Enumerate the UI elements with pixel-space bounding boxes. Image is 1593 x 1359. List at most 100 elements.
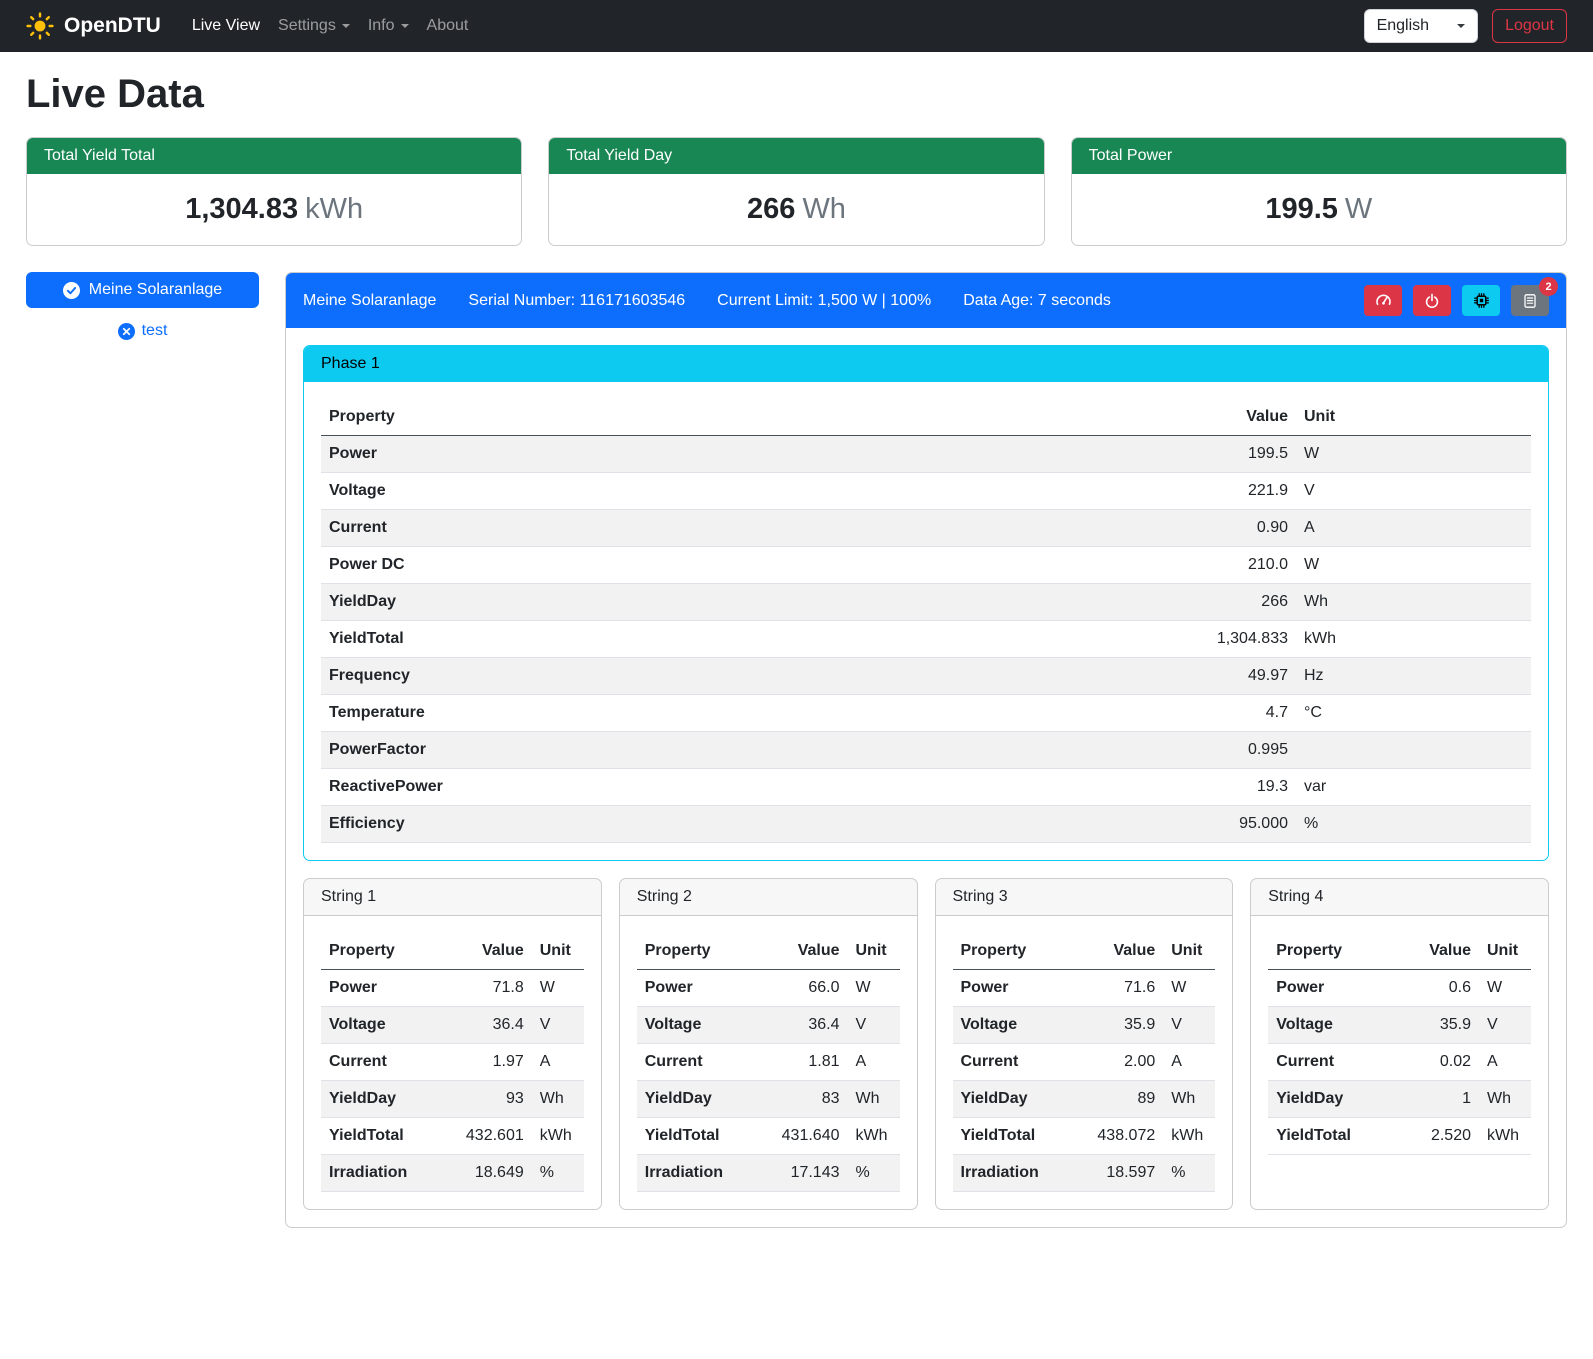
row-unit: kWh [532,1118,584,1155]
table-row: Power66.0W [637,970,900,1007]
inverter-panel: Meine Solaranlage Serial Number: 1161716… [285,272,1567,1228]
row-property: PowerFactor [321,732,1166,769]
row-property: Voltage [953,1007,1071,1044]
row-property: Current [953,1044,1071,1081]
summary-unit: Wh [802,193,846,225]
row-value: 36.4 [439,1007,532,1044]
row-value: 210.0 [1166,547,1296,584]
summary-unit: W [1345,193,1372,225]
table-row: Irradiation18.597% [953,1155,1216,1192]
row-property: Voltage [321,1007,439,1044]
nav-item-about[interactable]: About [418,9,478,43]
table-row: Voltage35.9V [953,1007,1216,1044]
table-row: Power71.6W [953,970,1216,1007]
row-unit: W [1163,970,1215,1007]
table-row: Temperature4.7°C [321,695,1531,732]
summary-value: 199.5 [1265,193,1338,225]
row-unit: V [1163,1007,1215,1044]
table-row: Current0.90A [321,510,1531,547]
row-value: 49.97 [1166,658,1296,695]
string-card-2: String 2 Property Value Unit [619,878,918,1210]
brand-label: OpenDTU [64,14,161,38]
row-property: YieldTotal [637,1118,755,1155]
row-property: Frequency [321,658,1166,695]
event-log-button[interactable]: 2 [1511,285,1549,316]
row-value: 438.072 [1071,1118,1164,1155]
brand-link[interactable]: OpenDTU [26,12,161,40]
row-unit: Wh [848,1081,900,1118]
column-header-property: Property [321,399,1166,436]
row-property: YieldDay [637,1081,755,1118]
row-unit: W [1296,436,1531,473]
inverter-data-age: Data Age: 7 seconds [963,292,1111,310]
column-header-property: Property [637,933,755,970]
nav-item-info[interactable]: Info [359,9,418,43]
row-property: Irradiation [321,1155,439,1192]
row-unit: kWh [848,1118,900,1155]
row-property: YieldDay [953,1081,1071,1118]
row-value: 35.9 [1397,1007,1479,1044]
chevron-down-icon [342,24,350,28]
nav-item-settings[interactable]: Settings [269,9,359,43]
nav-item-live-view[interactable]: Live View [183,9,269,43]
x-circle-icon [118,323,135,340]
summary-unit: kWh [305,193,363,225]
sidebar-item-inverter-selected[interactable]: Meine Solaranlage [26,272,259,308]
phase-table: Property Value Unit Power199.5WVoltage22… [321,399,1531,843]
page-content: Live Data Total Yield Total 1,304.83kWh … [0,52,1593,1258]
device-info-button[interactable] [1462,285,1500,316]
string-table-body: Power71.8WVoltage36.4VCurrent1.97AYieldD… [321,970,584,1192]
sidebar-item-label: test [142,322,168,340]
string-card-3: String 3 Property Value Unit [935,878,1234,1210]
table-row: Voltage36.4V [637,1007,900,1044]
row-value: 71.8 [439,970,532,1007]
table-row: YieldDay93Wh [321,1081,584,1118]
summary-value: 266 [747,193,795,225]
row-value: 266 [1166,584,1296,621]
row-property: Power [321,436,1166,473]
row-property: Power [321,970,439,1007]
table-row: Irradiation18.649% [321,1155,584,1192]
row-unit: % [848,1155,900,1192]
string-card-1: String 1 Property Value Unit [303,878,602,1210]
table-row: YieldTotal1,304.833kWh [321,621,1531,658]
string-card-title: String 3 [936,879,1233,916]
column-header-value: Value [755,933,848,970]
limit-settings-button[interactable] [1364,285,1402,316]
row-value: 432.601 [439,1118,532,1155]
summary-cards-row: Total Yield Total 1,304.83kWh Total Yiel… [26,137,1567,246]
phase-table-body: Power199.5WVoltage221.9VCurrent0.90APowe… [321,436,1531,843]
power-icon [1424,293,1440,309]
column-header-unit: Unit [1479,933,1531,970]
phase-card-title: Phase 1 [304,346,1548,382]
row-value: 0.90 [1166,510,1296,547]
cpu-icon [1473,292,1490,309]
table-header-row: Property Value Unit [1268,933,1531,970]
row-unit: var [1296,769,1531,806]
row-unit: Wh [1296,584,1531,621]
column-header-property: Property [953,933,1071,970]
content-row: Meine Solaranlage test Meine Solaranlage… [26,272,1567,1228]
row-property: Voltage [637,1007,755,1044]
summary-card-body: 266Wh [549,174,1043,245]
row-property: Power [1268,970,1397,1007]
table-row: YieldDay266Wh [321,584,1531,621]
row-value: 0.995 [1166,732,1296,769]
summary-card-body: 1,304.83kWh [27,174,521,245]
inverter-panel-header: Meine Solaranlage Serial Number: 1161716… [286,273,1566,328]
logout-button[interactable]: Logout [1492,9,1567,43]
row-property: Efficiency [321,806,1166,843]
sidebar-item-test[interactable]: test [26,322,259,340]
table-row: YieldDay1Wh [1268,1081,1531,1118]
sun-icon [26,12,54,40]
row-property: YieldTotal [321,1118,439,1155]
row-property: Irradiation [953,1155,1071,1192]
chevron-down-icon [401,24,409,28]
power-toggle-button[interactable] [1413,285,1451,316]
language-select[interactable]: English [1364,9,1478,43]
row-value: 1,304.833 [1166,621,1296,658]
row-value: 35.9 [1071,1007,1164,1044]
string-card-title: String 2 [620,879,917,916]
row-unit: A [1163,1044,1215,1081]
string-card-body: Property Value Unit Power71.8WVoltage36.… [304,916,601,1209]
